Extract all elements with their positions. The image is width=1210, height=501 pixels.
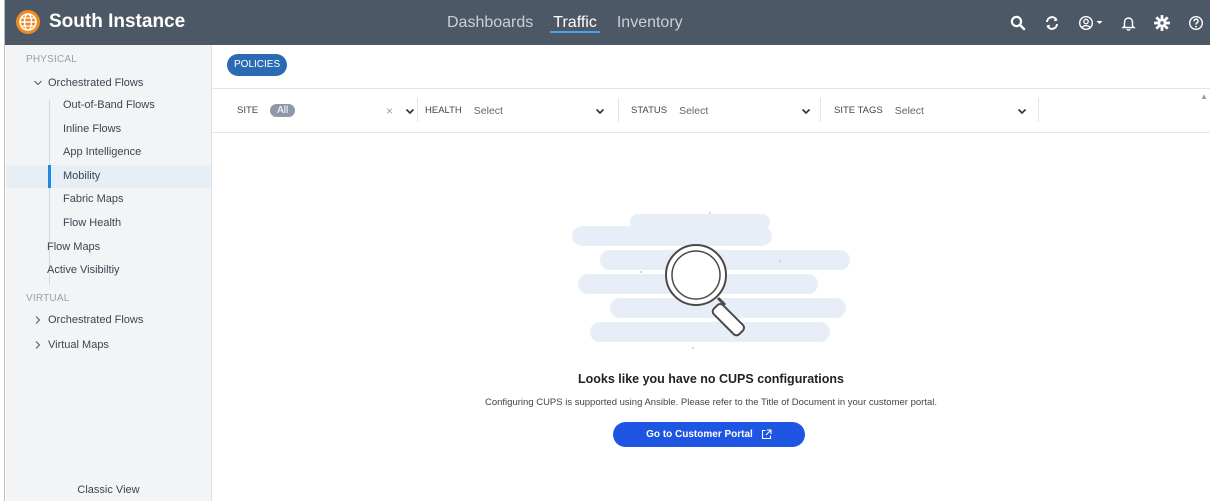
empty-state-title: Looks like you have no CUPS configuratio… [577, 372, 844, 386]
filter-bar: SITE All × HEALTH Select STATUS Select S… [212, 88, 1210, 133]
user-icon [1078, 15, 1094, 30]
section-label-physical: PHYSICAL [26, 54, 78, 65]
top-bar: South Instance Dashboards Traffic Invent… [5, 0, 1210, 45]
site-filter[interactable]: SITE All × [237, 89, 415, 132]
tab-dashboards[interactable]: Dashboards [447, 0, 533, 45]
sidebar-item-app-intelligence[interactable]: App Intelligence [6, 141, 211, 165]
tree-label: Virtual Maps [48, 339, 109, 351]
sidebar-item-mobility[interactable]: Mobility [6, 164, 211, 188]
orchestrated-flows-list: Out-of-Band Flows Inline Flows App Intel… [6, 94, 211, 235]
go-to-customer-portal-button[interactable]: Go to Customer Portal [613, 422, 805, 447]
classic-view-link[interactable]: Classic View [6, 484, 211, 496]
filter-label-site: SITE [237, 105, 259, 116]
filter-label-status: STATUS [631, 105, 668, 116]
filter-divider [618, 98, 619, 122]
filter-divider [1038, 98, 1039, 122]
chevron-down-icon [1096, 21, 1103, 24]
sidebar-item-active-visibility[interactable]: Active Visibiltiy [47, 261, 120, 279]
app-title: South Instance [49, 11, 186, 32]
bell-icon[interactable] [1121, 15, 1136, 31]
sidebar-item-inline-flows[interactable]: Inline Flows [6, 118, 211, 142]
chevron-right-icon [35, 316, 41, 324]
gear-icon[interactable] [1154, 14, 1170, 31]
sidebar: PHYSICAL Orchestrated Flows Out-of-Band … [6, 45, 212, 501]
filter-label-site-tags: SITE TAGS [834, 105, 883, 116]
status-select[interactable]: Select [679, 105, 708, 117]
top-icons [1010, 0, 1204, 45]
site-tags-select[interactable]: Select [895, 105, 924, 117]
health-select[interactable]: Select [474, 105, 503, 117]
tree-orchestrated-flows[interactable]: Orchestrated Flows [33, 74, 143, 92]
chevron-down-icon [34, 80, 42, 86]
brand[interactable]: South Instance [15, 9, 185, 35]
health-filter[interactable]: HEALTH Select [425, 89, 605, 132]
sidebar-item-flow-health[interactable]: Flow Health [6, 212, 211, 236]
filter-divider [820, 98, 821, 122]
search-icon[interactable] [1010, 15, 1026, 31]
chevron-right-icon [35, 341, 41, 349]
sidebar-item-fabric-maps[interactable]: Fabric Maps [6, 188, 211, 212]
tab-inventory[interactable]: Inventory [617, 0, 683, 45]
chevron-down-icon[interactable] [595, 106, 605, 116]
sidebar-item-flow-maps[interactable]: Flow Maps [47, 238, 100, 256]
user-menu[interactable] [1078, 15, 1103, 31]
main-content: POLICIES SITE All × HEALTH Select STATUS… [212, 45, 1210, 501]
refresh-icon[interactable] [1044, 15, 1060, 31]
chevron-down-icon[interactable] [801, 106, 811, 116]
portal-button-label: Go to Customer Portal [646, 429, 753, 440]
tree-label: Orchestrated Flows [48, 314, 144, 326]
sidebar-item-out-of-band-flows[interactable]: Out-of-Band Flows [6, 94, 211, 118]
tree-label: Orchestrated Flows [48, 77, 144, 89]
section-label-virtual: VIRTUAL [26, 293, 70, 304]
tree-virtual-maps[interactable]: Virtual Maps [33, 336, 109, 354]
clear-icon[interactable]: × [386, 104, 393, 118]
help-icon[interactable] [1188, 15, 1204, 31]
chevron-down-icon[interactable] [405, 106, 415, 116]
filter-divider [417, 98, 418, 122]
status-filter[interactable]: STATUS Select [631, 89, 811, 132]
site-chip-all[interactable]: All [270, 104, 296, 117]
globe-icon [16, 10, 40, 34]
scroll-up-icon[interactable]: ▲ [1200, 92, 1208, 101]
empty-state-description: Configuring CUPS is supported using Ansi… [484, 397, 937, 408]
main-nav: Dashboards Traffic Inventory [447, 0, 683, 45]
filter-label-health: HEALTH [425, 105, 462, 116]
chevron-down-icon[interactable] [1017, 106, 1027, 116]
empty-state-illustration [572, 212, 850, 349]
window-frame-left [0, 0, 5, 501]
policies-button[interactable]: POLICIES [227, 54, 288, 76]
external-link-icon [761, 429, 772, 440]
tree-virtual-orchestrated-flows[interactable]: Orchestrated Flows [33, 311, 143, 329]
tab-traffic[interactable]: Traffic [550, 0, 600, 45]
site-tags-filter[interactable]: SITE TAGS Select [834, 89, 1027, 132]
